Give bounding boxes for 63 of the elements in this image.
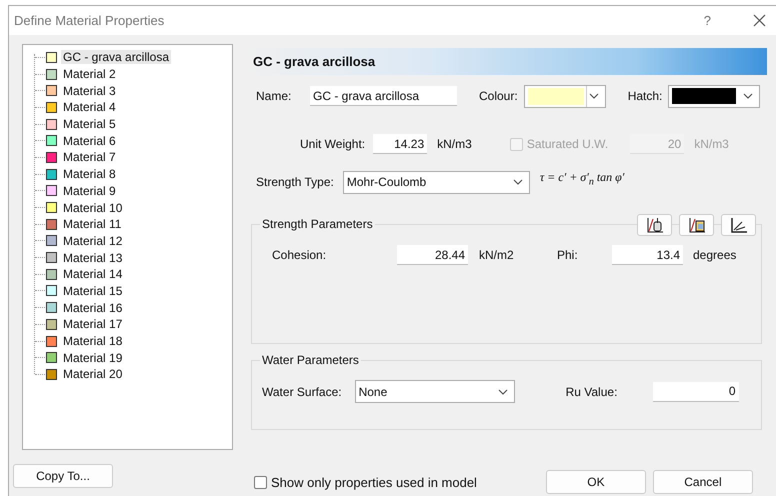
tree-item[interactable]: Material 20 [61, 367, 124, 382]
chevron-icon [512, 179, 523, 185]
show-only-checkbox[interactable] [254, 476, 267, 488]
tree-item[interactable]: GC - grava arcillosa [61, 50, 172, 64]
chevron-icon [743, 93, 754, 99]
toolbar-button[interactable] [637, 214, 672, 236]
ru-value-label: Ru Value: [566, 384, 618, 398]
phi-label: Phi: [557, 248, 579, 262]
tree-item[interactable]: Material 10 [61, 200, 124, 215]
unit-label: degrees [693, 248, 736, 262]
toolbar-button[interactable] [679, 214, 714, 236]
chevron-icon [588, 93, 599, 99]
show-only-label: Show only properties used in model [271, 474, 477, 490]
hatch-label: Hatch: [628, 89, 662, 103]
water-surface-dropdown[interactable]: None [354, 380, 515, 403]
tree-item[interactable]: Material 9 [61, 184, 118, 198]
phi-field[interactable]: 13.4 [612, 245, 683, 265]
close-icon[interactable] [753, 14, 766, 27]
copy-to-button[interactable]: Copy To... [13, 464, 113, 488]
tree-item[interactable]: Material 18 [61, 334, 124, 348]
cohesion-label: Cohesion: [272, 248, 328, 262]
help-button[interactable]: ? [704, 13, 711, 28]
tree-item[interactable]: Material 15 [61, 284, 124, 298]
tree-item[interactable]: Material 11 [61, 217, 124, 232]
water-surface-label: Water Surface: [262, 384, 342, 398]
name-label: Name: [256, 89, 292, 103]
ru-value-field[interactable]: 0 [652, 382, 739, 402]
tree-item[interactable]: Material 17 [61, 317, 124, 332]
colour-label: Colour: [479, 89, 518, 103]
group-title: Water Parameters [260, 353, 361, 367]
chart-axes-icon [730, 217, 748, 233]
name-field[interactable]: GC - grava arcillosa [310, 86, 457, 106]
dialog-button[interactable]: Cancel [652, 470, 753, 494]
formula: τ = c′ + σ′$_{n}$ tan φ′ [540, 170, 624, 188]
tree-item[interactable]: Material 3 [61, 84, 118, 98]
saturated-label: Saturated U.W. [526, 137, 608, 151]
dialog-button[interactable]: OK [546, 470, 646, 494]
tree-item[interactable]: Material 14 [61, 267, 124, 282]
window-title: Define Material Properties [14, 13, 166, 28]
tree-item[interactable]: Material 19 [61, 350, 124, 365]
hatch-dropdown[interactable] [668, 84, 760, 108]
cohesion-field[interactable]: 28.44 [397, 245, 468, 265]
tree-item[interactable]: Material 12 [61, 234, 124, 248]
chart-clipboard-icon [688, 217, 706, 233]
strength-type-dropdown[interactable]: Mohr-Coulomb [342, 170, 530, 194]
strength-type-label: Strength Type: [256, 175, 334, 189]
chevron-icon [498, 388, 508, 394]
tree-item[interactable]: Material 8 [61, 167, 118, 182]
unit-label: kN/m2 [479, 248, 515, 262]
toolbar-button[interactable] [721, 214, 756, 236]
tree-item[interactable]: Material 4 [61, 100, 118, 114]
tree-item[interactable]: Material 2 [61, 67, 118, 82]
group-title: Strength Parameters [260, 217, 375, 231]
tree-item[interactable]: Material 5 [61, 117, 118, 132]
tree-item[interactable]: Material 16 [61, 300, 124, 315]
tree-item[interactable]: Material 13 [61, 250, 124, 265]
unit-label: kN/m3 [694, 137, 729, 151]
unit-weight-field[interactable]: 14.23 [373, 134, 428, 154]
tree-item[interactable]: Material 6 [61, 134, 118, 148]
unit-weight-label: Unit Weight: [300, 137, 366, 151]
chart-cylinder-icon [646, 217, 664, 233]
unit-label: kN/m3 [437, 137, 472, 151]
tree-item[interactable]: Material 7 [61, 150, 118, 164]
